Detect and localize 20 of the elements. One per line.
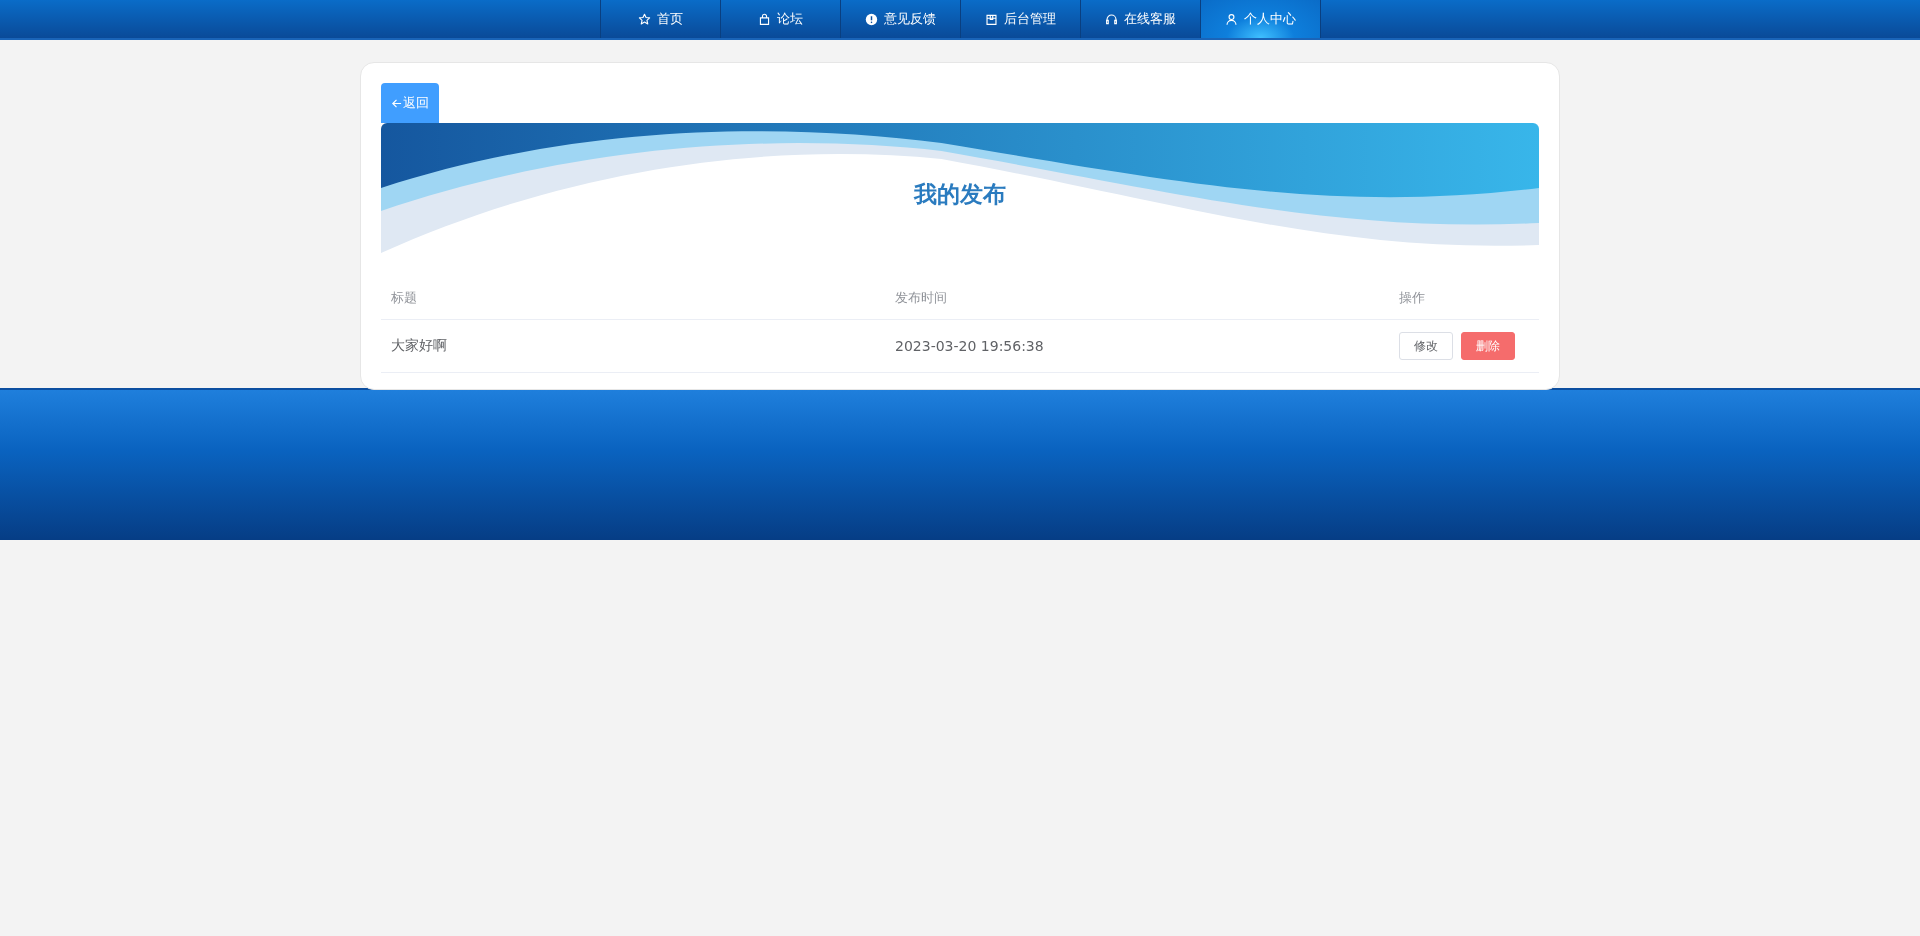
- table-cell: 大家好啊: [391, 337, 447, 353]
- box-icon: [984, 12, 998, 26]
- bag-icon: [757, 12, 771, 26]
- column-header: 操作: [1399, 290, 1425, 305]
- user-icon: [1224, 12, 1238, 26]
- alert-icon: [864, 12, 878, 26]
- star-icon: [637, 12, 651, 26]
- nav-tab[interactable]: 论坛: [719, 0, 840, 38]
- column-header: 发布时间: [895, 290, 947, 305]
- nav-tab[interactable]: 个人中心: [1199, 0, 1321, 38]
- nav-tab[interactable]: 首页: [599, 0, 720, 38]
- nav-tab[interactable]: 在线客服: [1079, 0, 1200, 38]
- arrow-left-icon: [391, 97, 402, 109]
- headset-icon: [1104, 12, 1118, 26]
- page-title: 我的发布: [914, 181, 1006, 209]
- edit-button[interactable]: 修改: [1399, 332, 1453, 360]
- nav-tab[interactable]: 后台管理: [959, 0, 1080, 38]
- nav-tab[interactable]: 意见反馈: [839, 0, 960, 38]
- column-header: 标题: [391, 290, 417, 305]
- table-cell: 2023-03-20 19:56:38: [895, 338, 1044, 354]
